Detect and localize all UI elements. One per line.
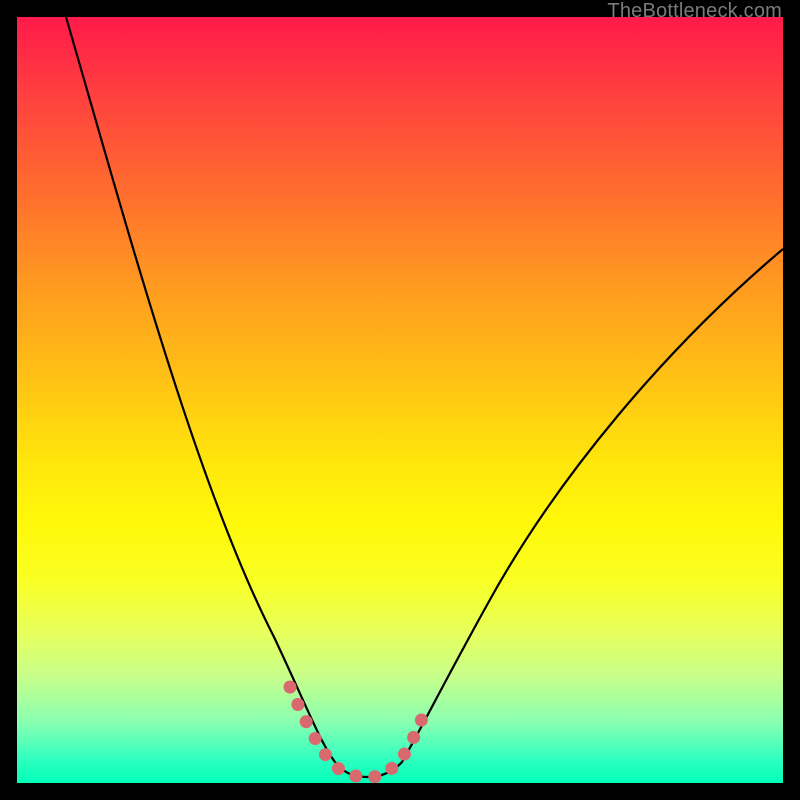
optimal-region-path: [290, 687, 427, 777]
bottleneck-curve-path: [66, 17, 783, 777]
chart-plot-area: [17, 17, 783, 783]
watermark-text: TheBottleneck.com: [607, 0, 782, 23]
bottleneck-chart-svg: [17, 17, 783, 783]
